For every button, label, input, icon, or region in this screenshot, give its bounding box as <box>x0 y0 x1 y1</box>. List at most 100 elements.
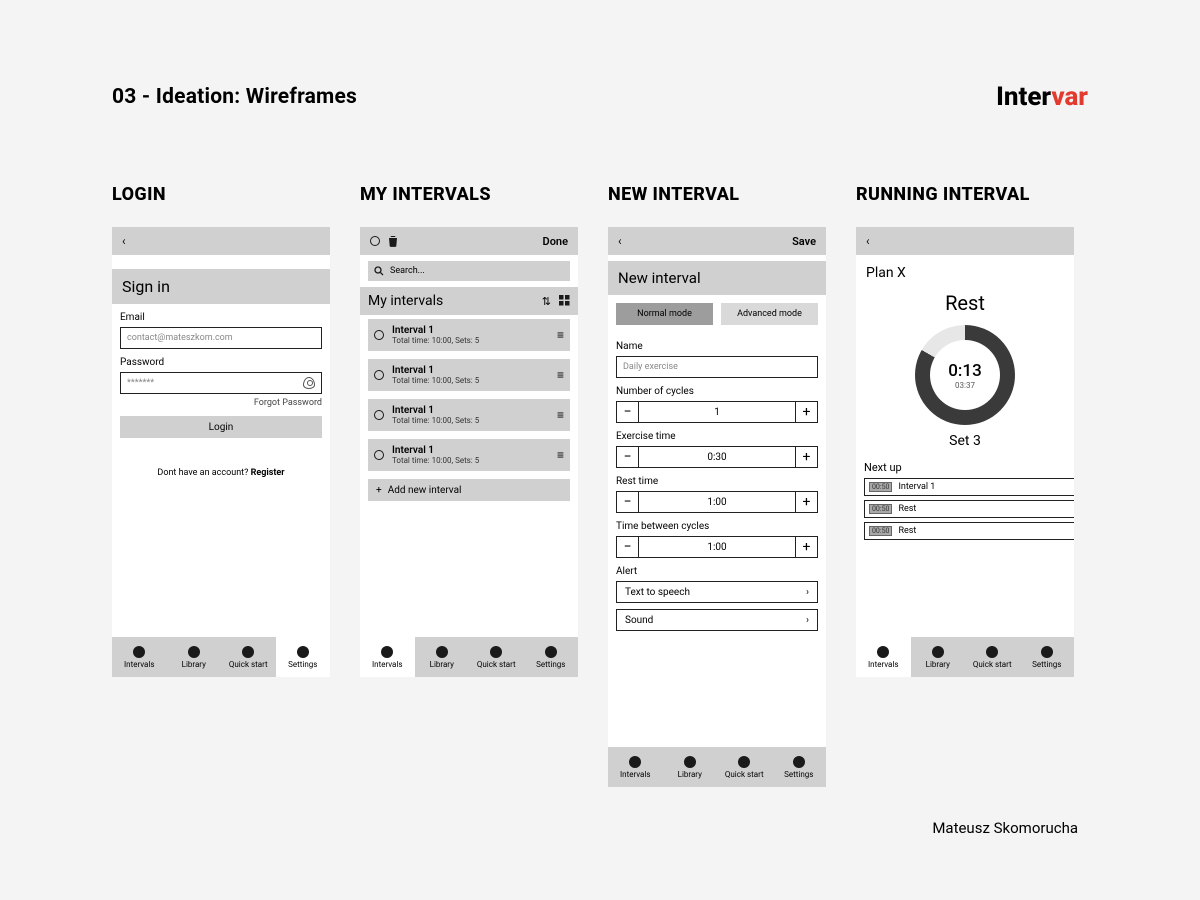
drag-handle-icon[interactable]: ≡ <box>557 408 564 422</box>
radio-icon[interactable] <box>374 330 384 340</box>
list-item[interactable]: Interval 1Total time: 10:00, Sets: 5≡ <box>368 319 570 351</box>
mode-advanced-button[interactable]: Advanced mode <box>721 303 818 325</box>
email-label: Email <box>112 304 330 327</box>
tab-label: Library <box>678 770 702 779</box>
board-newinterval: NEW INTERVAL ‹ Save New interval Normal … <box>608 184 826 787</box>
search-input[interactable]: Search... <box>368 261 570 281</box>
exercise-stepper[interactable]: −0:30+ <box>616 446 818 468</box>
grid-icon[interactable] <box>559 295 570 308</box>
drag-handle-icon[interactable]: ≡ <box>557 368 564 382</box>
board-myintervals: MY INTERVALS Done Search... My <box>360 184 578 787</box>
alert-tts-row[interactable]: Text to speech› <box>616 581 818 603</box>
brand-left: Inter <box>996 82 1051 112</box>
tab-library[interactable]: Library <box>167 637 222 677</box>
drag-handle-icon[interactable]: ≡ <box>557 328 564 342</box>
tab-quickstart[interactable]: Quick start <box>221 637 276 677</box>
back-icon[interactable]: ‹ <box>122 234 126 248</box>
rest-stepper[interactable]: −1:00+ <box>616 491 818 513</box>
list-item[interactable]: Interval 1Total time: 10:00, Sets: 5≡ <box>368 439 570 471</box>
trash-icon[interactable] <box>388 235 398 247</box>
page-title: 03 - Ideation: Wireframes <box>112 85 357 109</box>
login-button[interactable]: Login <box>120 416 322 438</box>
back-icon[interactable]: ‹ <box>866 234 870 248</box>
tab-settings[interactable]: Settings <box>772 747 827 787</box>
back-icon[interactable]: ‹ <box>618 234 622 248</box>
top-bar: ‹ <box>112 227 330 255</box>
plus-button[interactable]: + <box>795 492 817 512</box>
cycles-label: Number of cycles <box>608 378 826 401</box>
mode-normal-button[interactable]: Normal mode <box>616 303 713 325</box>
top-bar: ‹ <box>856 227 1074 255</box>
tab-intervals[interactable]: Intervals <box>360 637 415 677</box>
plus-button[interactable]: + <box>795 402 817 422</box>
list-header: My intervals ⇅ <box>360 287 578 315</box>
tab-quickstart[interactable]: Quick start <box>469 637 524 677</box>
list-item[interactable]: Interval 1Total time: 10:00, Sets: 5≡ <box>368 399 570 431</box>
brand-right: var <box>1051 82 1088 112</box>
tabbar: Intervals Library Quick start Settings <box>112 637 330 677</box>
register-prompt: Dont have an account? Register <box>112 446 330 508</box>
plus-button[interactable]: + <box>795 447 817 467</box>
tab-settings[interactable]: Settings <box>276 637 331 677</box>
alert-sound-row[interactable]: Sound› <box>616 609 818 631</box>
cycles-stepper[interactable]: −1+ <box>616 401 818 423</box>
tab-dot-icon <box>986 646 998 658</box>
tab-label: Settings <box>784 770 813 779</box>
done-button[interactable]: Done <box>543 235 568 248</box>
tab-intervals[interactable]: Intervals <box>112 637 167 677</box>
tab-settings[interactable]: Settings <box>1020 637 1075 677</box>
alert-sound-label: Sound <box>625 615 653 626</box>
radio-icon[interactable] <box>374 410 384 420</box>
tab-library[interactable]: Library <box>911 637 966 677</box>
radio-icon[interactable] <box>370 236 380 246</box>
tab-dot-icon <box>242 646 254 658</box>
radio-icon[interactable] <box>374 450 384 460</box>
tab-intervals[interactable]: Intervals <box>608 747 663 787</box>
between-value: 1:00 <box>639 542 795 553</box>
cycles-value: 1 <box>639 407 795 418</box>
tab-quickstart[interactable]: Quick start <box>965 637 1020 677</box>
tab-label: Library <box>430 660 454 669</box>
save-button[interactable]: Save <box>792 235 816 248</box>
minus-button[interactable]: − <box>617 492 639 512</box>
tab-intervals[interactable]: Intervals <box>856 637 911 677</box>
email-field[interactable]: contact@mateszkom.com <box>120 327 322 349</box>
eye-icon[interactable] <box>303 377 315 389</box>
board-title-login: LOGIN <box>112 184 330 205</box>
minus-button[interactable]: − <box>617 447 639 467</box>
tab-quickstart[interactable]: Quick start <box>717 747 772 787</box>
radio-icon[interactable] <box>374 370 384 380</box>
register-link[interactable]: Register <box>251 468 285 478</box>
password-label: Password <box>112 349 330 372</box>
add-interval-button[interactable]: +Add new interval <box>368 479 570 501</box>
minus-button[interactable]: − <box>617 537 639 557</box>
rest-label: Rest time <box>608 468 826 491</box>
phase-label: Rest <box>856 283 1074 319</box>
tab-label: Quick start <box>725 770 764 779</box>
minus-button[interactable]: − <box>617 402 639 422</box>
tab-dot-icon <box>381 646 393 658</box>
total-time: 03:37 <box>955 381 975 390</box>
next-tag: 00:50 <box>869 526 892 536</box>
password-field[interactable]: ******* <box>120 372 322 394</box>
sort-icon[interactable]: ⇅ <box>542 295 551 308</box>
nextup-row: 00:50Rest <box>864 500 1074 518</box>
plus-button[interactable]: + <box>795 537 817 557</box>
tab-dot-icon <box>932 646 944 658</box>
board-running: RUNNING INTERVAL ‹ Plan X Rest 0:13 03:3… <box>856 184 1074 787</box>
plan-name: Plan X <box>856 255 1074 283</box>
between-stepper[interactable]: −1:00+ <box>616 536 818 558</box>
board-login: LOGIN ‹ Sign in Email contact@mateszkom.… <box>112 184 330 787</box>
list-item[interactable]: Interval 1Total time: 10:00, Sets: 5≡ <box>368 359 570 391</box>
tab-settings[interactable]: Settings <box>524 637 579 677</box>
name-field[interactable]: Daily exercise <box>616 356 818 378</box>
top-bar: Done <box>360 227 578 255</box>
drag-handle-icon[interactable]: ≡ <box>557 448 564 462</box>
tab-library[interactable]: Library <box>663 747 718 787</box>
progress-ring: 0:13 03:37 <box>915 325 1015 425</box>
tab-dot-icon <box>490 646 502 658</box>
item-title: Interval 1 <box>392 445 549 456</box>
tab-dot-icon <box>793 756 805 768</box>
tab-library[interactable]: Library <box>415 637 470 677</box>
forgot-password-link[interactable]: Forgot Password <box>112 394 330 408</box>
